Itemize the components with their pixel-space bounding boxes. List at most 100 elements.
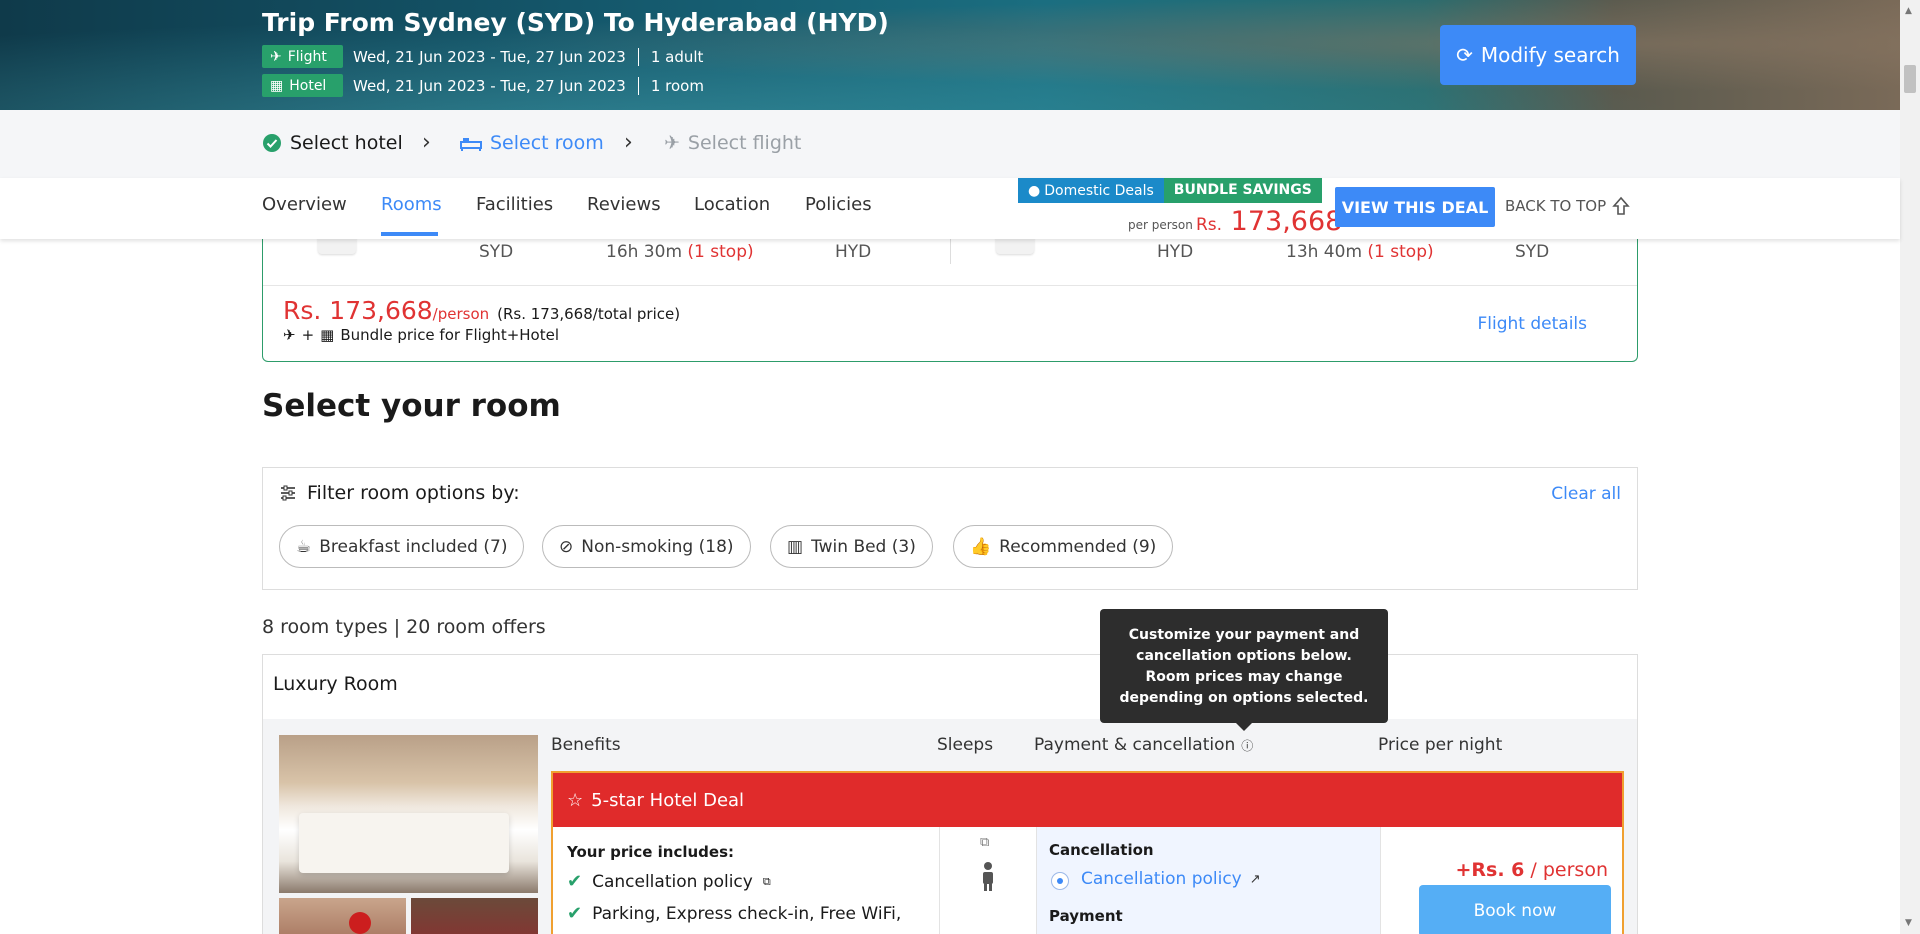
hotel-tab-nav: Overview Rooms Facilities Reviews Locati… (0, 178, 1900, 239)
bundle-price: Rs. 173,668/person (Rs. 173,668/total pr… (283, 296, 680, 325)
filter-chip-non-smoking[interactable]: ⊘ Non-smoking (18) (542, 525, 751, 568)
plane-icon: ✈ (270, 48, 282, 65)
price-value: +Rs. 6 (1455, 859, 1525, 881)
tab-rooms[interactable]: Rooms (381, 194, 442, 215)
modify-search-button[interactable]: ⟳ Modify search (1440, 25, 1636, 85)
room-photo-thumb[interactable] (279, 898, 406, 934)
chip-label: Non-smoking (18) (581, 536, 734, 557)
filter-chip-twin-bed[interactable]: ▥ Twin Bed (3) (770, 525, 933, 568)
book-now-button[interactable]: Book now (1419, 885, 1611, 934)
cancellation-radio[interactable] (1051, 872, 1069, 890)
back-to-top-link[interactable]: BACK TO TOP (1505, 196, 1630, 216)
hotel-icon: ▦ (270, 77, 284, 94)
back-to-top-label: BACK TO TOP (1505, 197, 1607, 215)
check-circle-icon (263, 134, 281, 152)
divider (637, 76, 639, 95)
plus-icon: + (301, 326, 315, 344)
tab-overview[interactable]: Overview (262, 194, 347, 215)
coffee-cup-icon: ☕ (296, 536, 312, 557)
page-title: Select your room (262, 388, 561, 424)
deal-tags: ● Domestic Deals BUNDLE SAVINGS (1018, 178, 1322, 203)
payment-tooltip: Customize your payment and cancellation … (1100, 609, 1388, 731)
star-icon: ☆ (567, 789, 584, 811)
hotel-icon: ▦ (320, 326, 335, 344)
check-icon: ✔ (567, 903, 583, 924)
col-price: Price per night (1378, 735, 1503, 755)
stops-info: (1 stop) (1367, 242, 1434, 262)
flight-details-link[interactable]: Flight details (1478, 314, 1588, 334)
per-person-label: /person (432, 305, 490, 323)
page-scrollbar[interactable]: ▲ ▼ (1900, 0, 1920, 934)
domestic-deals-label: Domestic Deals (1044, 182, 1154, 199)
scroll-up-arrow-icon[interactable]: ▲ (1905, 6, 1912, 16)
outbound-origin: SYD (479, 242, 514, 262)
bundle-text: Bundle price for Flight+Hotel (340, 326, 560, 344)
cancellation-label: Cancellation (1049, 841, 1154, 859)
plane-icon: ✈ (283, 326, 296, 344)
info-icon[interactable]: ⓘ (1241, 737, 1253, 754)
chevron-right-icon: › (422, 130, 431, 155)
step-select-room[interactable]: Select room (460, 132, 604, 154)
thumbs-up-icon: 👍 (970, 536, 992, 557)
filter-chip-breakfast[interactable]: ☕ Breakfast included (7) (279, 525, 525, 568)
total-price: (Rs. 173,668/total price) (497, 305, 681, 323)
per-person-label: / person (1524, 859, 1608, 881)
trip-header: Trip From Sydney (SYD) To Hyderabad (HYD… (0, 0, 1900, 110)
domestic-deals-tag: ● Domestic Deals (1018, 178, 1164, 203)
sleeps-cell: ⧉ (939, 827, 1036, 934)
view-this-deal-button[interactable]: VIEW THIS DEAL (1335, 187, 1495, 227)
tab-facilities[interactable]: Facilities (476, 194, 553, 215)
price-value: Rs. 173,668 (283, 296, 433, 325)
external-link-icon: ↗ (1249, 871, 1261, 887)
search-edit-icon: ⟳ (1456, 43, 1473, 67)
room-photo[interactable] (279, 735, 538, 893)
deal-price: Rs. 173,668 (1196, 206, 1342, 237)
payment-label: Payment (1049, 907, 1123, 925)
room-name: Luxury Room (273, 673, 398, 695)
benefit-item: ✔ Parking, Express check-in, Free WiFi, (567, 903, 901, 924)
room-photo-thumb[interactable] (411, 898, 538, 934)
outbound-destination: HYD (835, 242, 872, 262)
step-select-hotel[interactable]: Select hotel (262, 132, 403, 154)
tab-location[interactable]: Location (694, 194, 770, 215)
payment-cancellation-cell: Cancellation Cancellation policy ↗ Payme… (1036, 827, 1381, 934)
scrollbar-thumb[interactable] (1904, 65, 1916, 93)
cancellation-policy-link[interactable]: Cancellation policy ↗ (1081, 869, 1261, 889)
benefit-label: Cancellation policy (592, 871, 753, 892)
benefit-label: Parking, Express check-in, Free WiFi, (592, 903, 902, 924)
stops-info: (1 stop) (687, 242, 754, 262)
filter-chip-recommended[interactable]: 👍 Recommended (9) (953, 525, 1174, 568)
clear-all-link[interactable]: Clear all (1551, 484, 1621, 504)
flight-badge-label: Flight (287, 48, 327, 65)
duration-value: 13h 40m (1286, 242, 1363, 262)
flight-check-icon: ✈ (664, 132, 680, 154)
room-offer: Your price includes: ✔ Cancellation poli… (551, 827, 1624, 934)
modify-search-label: Modify search (1480, 43, 1620, 67)
col-benefits: Benefits (551, 735, 621, 755)
col-payment: Payment & cancellation ⓘ (1034, 735, 1253, 755)
divider (637, 47, 639, 66)
price-value: 173,668 (1230, 206, 1343, 237)
external-link-icon[interactable]: ⧉ (763, 875, 771, 889)
flight-passengers: 1 adult (650, 47, 704, 66)
step-label: Select hotel (290, 132, 403, 154)
return-origin: HYD (1157, 242, 1194, 262)
divider (263, 285, 1637, 286)
room-counts: 8 room types | 20 room offers (262, 616, 546, 638)
scroll-down-arrow-icon[interactable]: ▼ (1905, 918, 1912, 928)
tab-reviews[interactable]: Reviews (587, 194, 661, 215)
chevron-right-icon: › (624, 130, 633, 155)
tab-policies[interactable]: Policies (805, 194, 872, 215)
step-select-flight[interactable]: ✈ Select flight (664, 132, 801, 154)
hotel-dates: Wed, 21 Jun 2023 - Tue, 27 Jun 2023 (353, 76, 626, 95)
step-label: Select room (490, 132, 604, 154)
hotel-summary: ▦ Hotel Wed, 21 Jun 2023 - Tue, 27 Jun 2… (262, 74, 704, 97)
flight-badge: ✈ Flight (262, 45, 343, 68)
col-sleeps: Sleeps (937, 735, 994, 755)
person-icon (983, 862, 993, 891)
deal-label: 5-star Hotel Deal (591, 789, 745, 811)
bed-icon (460, 138, 482, 151)
return-duration: 13h 40m (1 stop) (1286, 242, 1434, 262)
col-payment-label: Payment & cancellation (1034, 735, 1236, 755)
trip-title: Trip From Sydney (SYD) To Hyderabad (HYD… (262, 8, 889, 37)
